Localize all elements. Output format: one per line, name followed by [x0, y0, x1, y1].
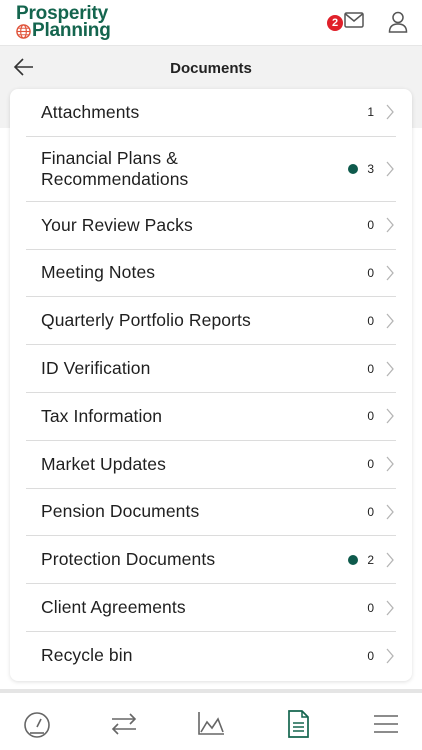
folder-label: Client Agreements: [41, 597, 186, 618]
folder-count: 0: [367, 457, 374, 472]
folder-count: 2: [367, 552, 374, 567]
mail-icon: [344, 12, 364, 28]
chevron-right-icon: [386, 552, 394, 568]
chevron-right-icon: [386, 648, 394, 664]
folder-review-packs[interactable]: Your Review Packs 0: [26, 202, 396, 250]
folder-tax-information[interactable]: Tax Information 0: [26, 393, 396, 441]
logo-line-2: Planning: [32, 20, 111, 41]
folder-count: 0: [367, 265, 374, 280]
folder-market-updates[interactable]: Market Updates 0: [26, 441, 396, 489]
new-items-dot: [348, 163, 359, 174]
logo[interactable]: Prosperity Planning: [16, 4, 111, 41]
folder-count: 0: [367, 648, 374, 663]
chevron-right-icon: [386, 265, 394, 281]
chevron-right-icon: [386, 217, 394, 233]
folder-label: Tax Information: [41, 405, 163, 426]
folder-quarterly-reports[interactable]: Quarterly Portfolio Reports 0: [26, 297, 396, 346]
folder-label: Attachments: [41, 101, 140, 122]
folder-pension-documents[interactable]: Pension Documents 0: [26, 489, 396, 537]
chevron-right-icon: [386, 104, 394, 120]
user-profile-icon[interactable]: [388, 11, 408, 33]
new-items-dot: [348, 554, 359, 565]
folder-count: 0: [367, 313, 374, 328]
folder-count: 0: [367, 361, 374, 376]
folder-label: Meeting Notes: [41, 262, 156, 283]
dashboard-gauge-icon[interactable]: [22, 709, 52, 739]
chevron-right-icon: [386, 161, 394, 177]
folder-attachments[interactable]: Attachments 1: [26, 89, 396, 137]
folder-count: 0: [367, 409, 374, 424]
folder-label: Pension Documents: [41, 501, 200, 522]
bottom-nav: [0, 689, 422, 750]
page-title: Documents: [170, 60, 252, 77]
chevron-right-icon: [386, 504, 394, 520]
folder-financial-plans[interactable]: Financial Plans & Recommendations 3: [26, 137, 396, 202]
chevron-right-icon: [386, 456, 394, 472]
chevron-right-icon: [386, 361, 394, 377]
folder-count: 3: [367, 161, 374, 176]
notification-badge: 2: [327, 15, 343, 31]
document-icon[interactable]: [283, 709, 313, 739]
folder-protection-documents[interactable]: Protection Documents 2: [26, 536, 396, 585]
folder-count: 0: [367, 600, 374, 615]
folder-label: Quarterly Portfolio Reports: [41, 310, 251, 331]
top-bar: Prosperity Planning 2: [0, 0, 422, 46]
folder-id-verification[interactable]: ID Verification 0: [26, 345, 396, 393]
documents-list: Attachments 1 Financial Plans & Recommen…: [26, 89, 396, 680]
folder-label: Your Review Packs: [41, 214, 193, 235]
menu-icon[interactable]: [371, 709, 401, 739]
folder-label: Financial Plans & Recommendations: [41, 147, 189, 189]
folder-count: 1: [367, 105, 374, 120]
folder-label: ID Verification: [41, 358, 151, 379]
folder-meeting-notes[interactable]: Meeting Notes 0: [26, 250, 396, 298]
globe-icon: [16, 23, 31, 39]
transfer-arrows-icon[interactable]: [109, 709, 139, 739]
folder-count: 0: [367, 504, 374, 519]
folder-label: Protection Documents: [41, 549, 216, 570]
folder-label: Market Updates: [41, 453, 166, 474]
documents-card: Attachments 1 Financial Plans & Recommen…: [10, 89, 412, 681]
messages-button[interactable]: 2: [327, 11, 367, 35]
chevron-right-icon: [386, 408, 394, 424]
folder-label: Recycle bin: [41, 645, 133, 666]
folder-count: 0: [367, 218, 374, 233]
chevron-right-icon: [386, 313, 394, 329]
chevron-right-icon: [386, 600, 394, 615]
folder-recycle-bin[interactable]: Recycle bin 0: [26, 632, 396, 680]
chart-icon[interactable]: [196, 709, 226, 739]
folder-client-agreements[interactable]: Client Agreements 0: [26, 584, 396, 632]
